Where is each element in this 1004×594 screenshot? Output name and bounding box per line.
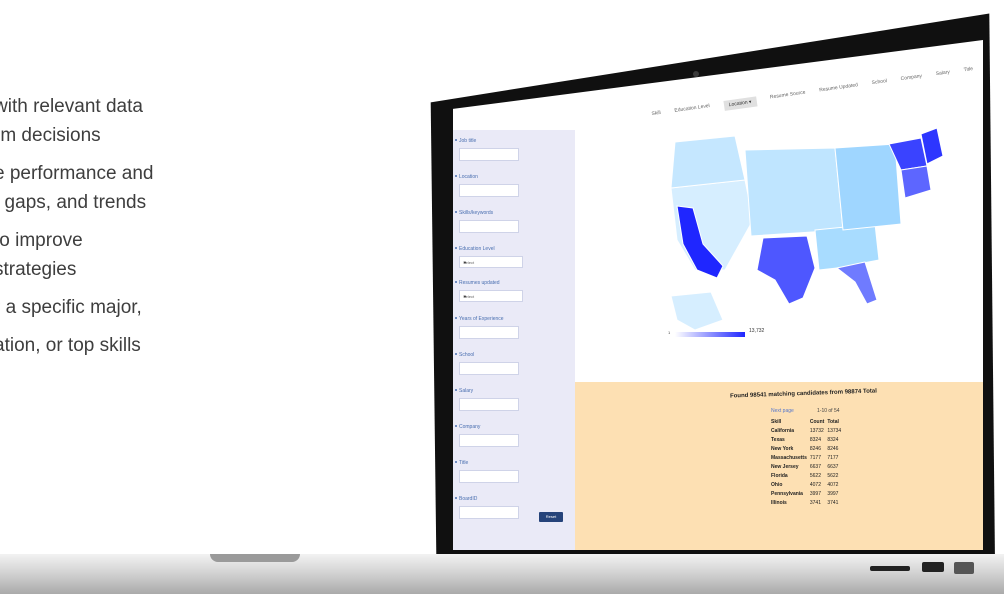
filter-salary: Salary bbox=[455, 388, 519, 411]
map-region-midwest bbox=[834, 143, 902, 231]
map-region-southeast bbox=[814, 223, 880, 271]
marketing-line: r a specific major, bbox=[0, 297, 142, 318]
years-experience-input[interactable] bbox=[459, 326, 519, 339]
filter-education-level: Education Level Select ▼ bbox=[455, 246, 523, 268]
field-label: Salary bbox=[459, 388, 474, 394]
field-label: BoardID bbox=[459, 496, 478, 502]
table-header: Skill Count Total bbox=[771, 419, 839, 425]
resumes-updated-select[interactable]: Select ▼ bbox=[459, 290, 523, 302]
choropleth-map-svg bbox=[670, 127, 944, 331]
results-panel: Found 98541 matching candidates from 988… bbox=[575, 382, 983, 550]
table-row: Massachusetts 7177 7177 bbox=[771, 455, 839, 461]
education-level-select[interactable]: Select ▼ bbox=[459, 256, 523, 268]
filter-years-experience: Years of Experience bbox=[455, 316, 519, 339]
title-input[interactable] bbox=[459, 470, 519, 483]
marketing-line: e performance and bbox=[0, 163, 154, 184]
tab-location[interactable]: Location ▾ bbox=[723, 96, 758, 111]
marketing-copy: with relevant data rm decisions e perfor… bbox=[0, 92, 254, 360]
location-input[interactable] bbox=[459, 184, 519, 197]
map-region-northeast bbox=[900, 165, 932, 199]
table-row: New York 8246 8246 bbox=[771, 446, 839, 452]
skills-input[interactable] bbox=[459, 220, 519, 233]
marketing-line: strategies bbox=[0, 259, 77, 280]
table-row: Florida 5622 5622 bbox=[771, 473, 839, 479]
filter-location: Location bbox=[455, 174, 519, 197]
field-label: Company bbox=[459, 424, 481, 430]
results-table: Skill Count Total California 13732 13734… bbox=[771, 418, 844, 508]
filter-job-title: Job title bbox=[455, 138, 519, 161]
tab-school[interactable]: School bbox=[872, 78, 889, 90]
marketing-line: , gaps, and trends bbox=[0, 192, 147, 213]
field-label: Resumes updated bbox=[459, 280, 500, 286]
map-region-florida bbox=[835, 261, 878, 305]
laptop-base bbox=[0, 554, 1004, 594]
marketing-line: rm decisions bbox=[0, 125, 101, 146]
tab-salary[interactable]: Salary bbox=[936, 69, 951, 81]
filter-company: Company bbox=[455, 424, 519, 447]
port-icon bbox=[922, 562, 944, 572]
field-label: School bbox=[459, 352, 475, 358]
marketing-line: with relevant data bbox=[0, 96, 143, 117]
tab-title[interactable]: Title bbox=[964, 66, 975, 77]
table-row: New Jersey 6637 6637 bbox=[771, 464, 839, 470]
table-row: Illinois 3741 3741 bbox=[771, 500, 839, 506]
marketing-line: ation, or top skills bbox=[0, 335, 141, 356]
field-label: Location bbox=[459, 174, 478, 180]
filter-resumes-updated: Resumes updated Select ▼ bbox=[455, 280, 523, 302]
table-row: Pennsylvania 3997 3997 bbox=[771, 491, 839, 497]
map-region-northwest bbox=[670, 135, 746, 189]
field-label: Title bbox=[459, 460, 469, 466]
field-label: Job title bbox=[459, 138, 477, 144]
tab-education-level[interactable]: Education Level bbox=[675, 103, 712, 118]
legend-max: 13,732 bbox=[749, 328, 765, 334]
job-title-input[interactable] bbox=[459, 148, 519, 161]
boardid-input[interactable] bbox=[459, 506, 519, 519]
field-label: Skills/keywords bbox=[459, 210, 494, 216]
results-title: Found 98541 matching candidates from 988… bbox=[729, 388, 877, 400]
salary-input[interactable] bbox=[459, 398, 519, 411]
school-input[interactable] bbox=[459, 362, 519, 375]
field-label: Years of Experience bbox=[459, 316, 504, 322]
company-input[interactable] bbox=[459, 434, 519, 447]
table-row: California 13732 13734 bbox=[771, 428, 842, 434]
tab-resume-source[interactable]: Resume Source bbox=[770, 90, 807, 105]
field-label: Education Level bbox=[459, 246, 495, 252]
table-row: Texas 8324 8324 bbox=[771, 437, 839, 443]
legend-min: 1 bbox=[668, 330, 671, 335]
legend-gradient bbox=[675, 332, 745, 337]
next-page-link[interactable]: Next page bbox=[771, 408, 794, 414]
table-row: Ohio 4072 4072 bbox=[771, 482, 839, 488]
laptop-screen: Skill Education Level Location ▾ Resume … bbox=[453, 40, 983, 550]
page-info: 1-10 of 54 bbox=[817, 408, 840, 414]
filter-title: Title bbox=[455, 460, 519, 483]
filter-school: School bbox=[455, 352, 519, 375]
filter-sidebar: Job title Location Skills/keywords Educa… bbox=[453, 130, 575, 550]
map-region-texas bbox=[756, 235, 816, 305]
camera-icon bbox=[693, 71, 699, 77]
filter-skills: Skills/keywords bbox=[455, 210, 519, 233]
caret-down-icon: ▼ bbox=[463, 260, 467, 265]
filter-boardid: BoardID bbox=[455, 496, 519, 519]
port-icon bbox=[870, 566, 910, 571]
reset-button[interactable]: Reset bbox=[539, 512, 563, 522]
laptop-notch bbox=[210, 554, 300, 562]
us-map[interactable] bbox=[575, 120, 983, 390]
caret-down-icon: ▼ bbox=[463, 294, 467, 299]
tab-company[interactable]: Company bbox=[901, 73, 924, 86]
map-region-central bbox=[744, 147, 844, 237]
tab-resume-updated[interactable]: Resume Updated bbox=[819, 82, 859, 97]
map-region-alaska bbox=[670, 291, 724, 331]
marketing-line: to improve bbox=[0, 230, 83, 251]
port-icon bbox=[954, 562, 974, 574]
